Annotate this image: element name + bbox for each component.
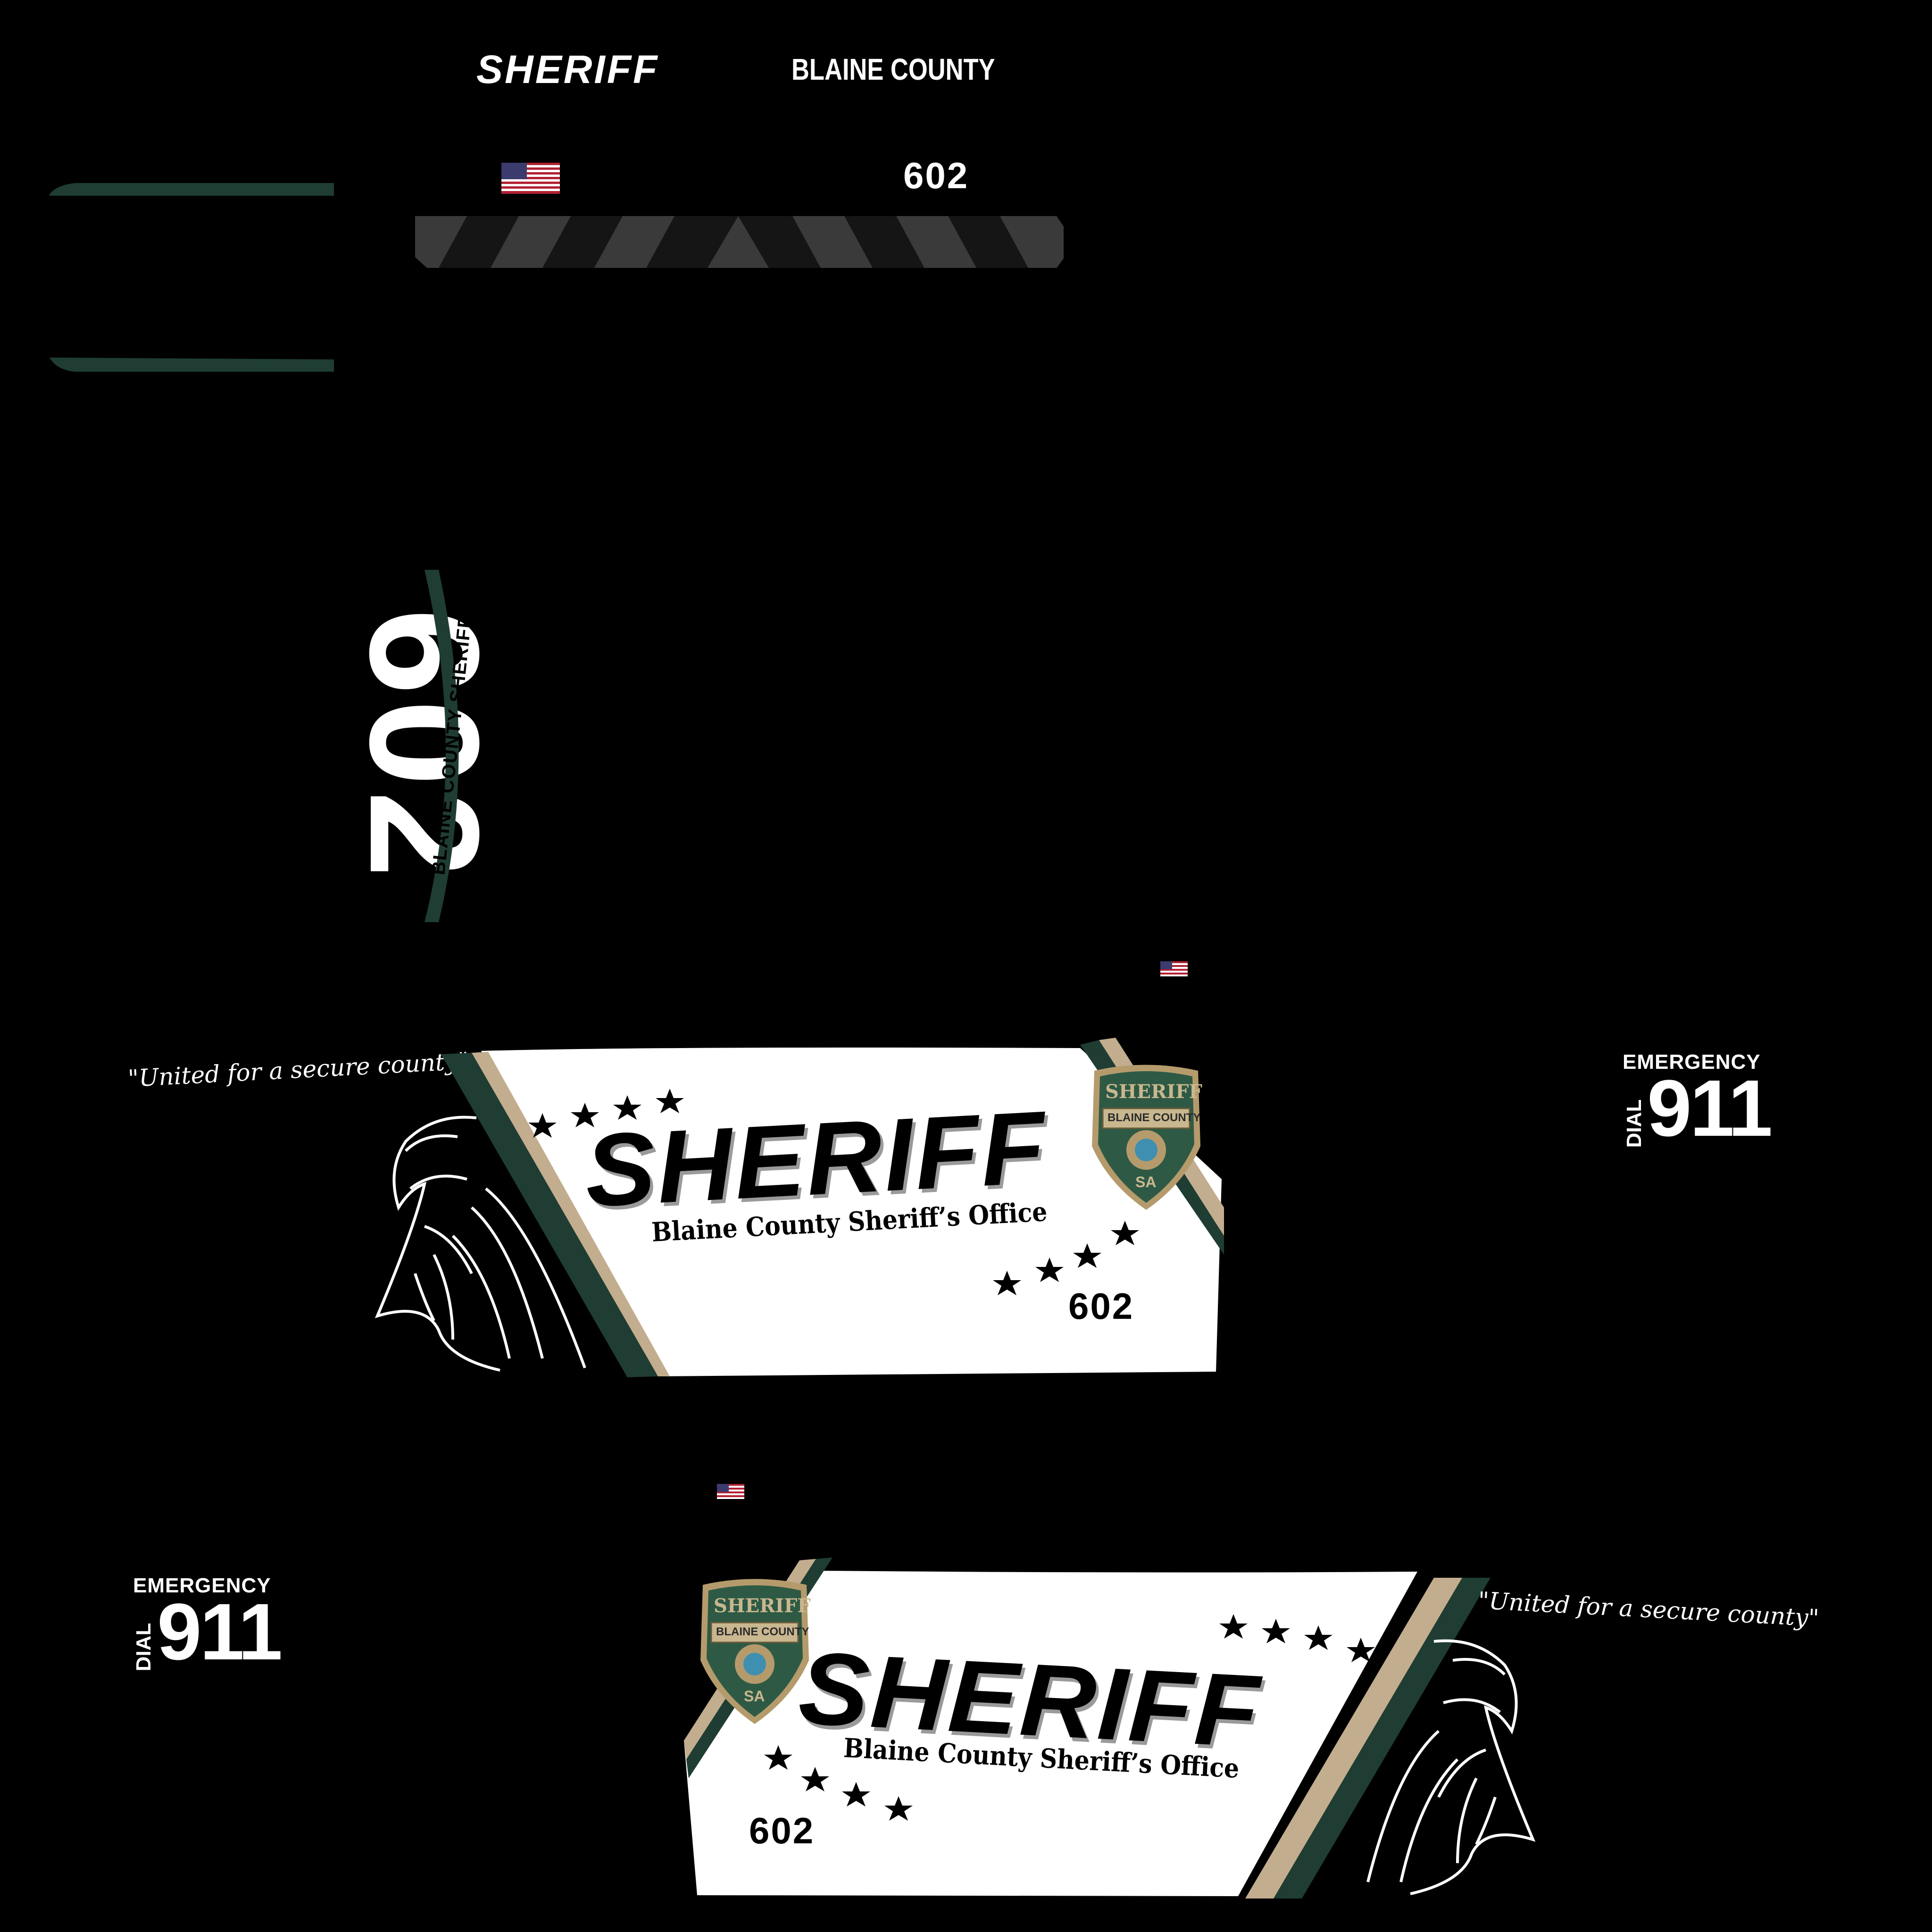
top-sheriff-text: SHERIFF xyxy=(476,47,659,92)
right-unit-number: 602 xyxy=(749,1810,815,1851)
left-911-number: 911 xyxy=(1647,1064,1773,1153)
right-badge-bottom-text: SA xyxy=(744,1688,765,1705)
left-badge-band-text: BLAINE COUNTY xyxy=(1108,1111,1201,1124)
roof-unit-number: 602 xyxy=(338,608,512,883)
left-badge-bottom-text: SA xyxy=(1135,1174,1157,1191)
top-unit-number: 602 xyxy=(903,155,969,196)
right-dial-label: DIAL xyxy=(132,1623,155,1672)
left-badge-top-text: SHERIFF xyxy=(1105,1081,1202,1103)
top-county-text: BLAINE COUNTY xyxy=(791,52,995,86)
left-dial-label: DIAL xyxy=(1623,1099,1646,1148)
right-badge-band-text: BLAINE COUNTY xyxy=(716,1625,809,1638)
right-badge-top-text: SHERIFF xyxy=(714,1595,811,1617)
left-motto: "United for a secure county" xyxy=(127,1047,470,1092)
left-unit-number: 602 xyxy=(1068,1285,1134,1327)
right-motto: "United for a secure county" xyxy=(1477,1587,1820,1632)
right-911-number: 911 xyxy=(157,1587,283,1677)
